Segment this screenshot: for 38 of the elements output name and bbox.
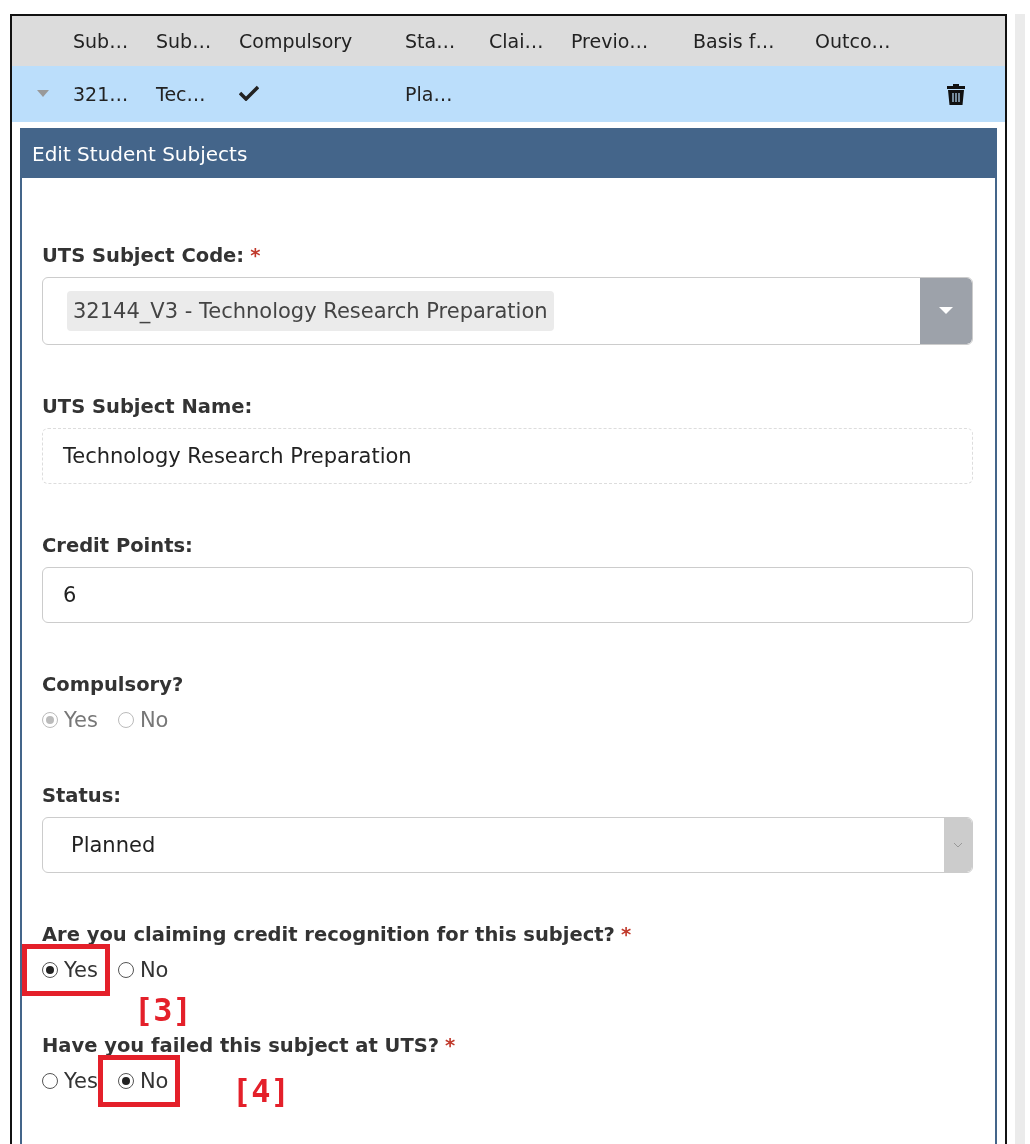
field-label: Credit Points:: [42, 534, 193, 557]
caret-icon: [939, 307, 953, 315]
radio-option[interactable]: No: [117, 958, 169, 982]
required-mark: *: [620, 923, 632, 946]
trash-icon[interactable]: [947, 83, 965, 105]
radio-option[interactable]: Yes: [42, 1069, 98, 1093]
required-mark: *: [445, 1034, 456, 1057]
dropdown-button[interactable]: [920, 278, 972, 344]
table-row[interactable]: 321… Tec… Pla…: [12, 66, 1005, 122]
column-header[interactable]: Previo…: [571, 30, 693, 52]
radio-option[interactable]: No: [117, 1069, 169, 1093]
field-label: Status:: [42, 784, 122, 807]
panel-title: Edit Student Subjects: [22, 130, 995, 178]
dropdown-button[interactable]: [944, 818, 972, 872]
field-label: UTS Subject Name:: [42, 395, 253, 418]
readonly-field: Technology Research Preparation: [42, 428, 973, 484]
column-header[interactable]: Sta…: [405, 30, 489, 52]
column-header[interactable]: Compulsory: [239, 30, 405, 52]
column-header[interactable]: Basis f…: [693, 30, 815, 52]
chevron-down-icon: [953, 842, 963, 848]
field-label: Compulsory?: [42, 673, 184, 696]
column-header[interactable]: Sub…: [73, 30, 156, 52]
caret-icon[interactable]: [36, 90, 49, 98]
field-label: Have you failed this subject at UTS?: [42, 1034, 440, 1057]
column-header[interactable]: Sub…: [156, 30, 239, 52]
field-label: Are you claiming credit recognition for this subject?: [42, 923, 615, 946]
selected-value-chip: 32144_V3 - Technology Research Preparation: [67, 291, 554, 331]
table-cell: Pla…: [405, 83, 453, 105]
subject-code-combobox[interactable]: 32144_V3 - Technology Research Preparation: [42, 277, 973, 345]
table-cell: 321…: [73, 83, 129, 105]
required-mark: *: [250, 244, 261, 267]
table-cell: Tec…: [156, 83, 206, 105]
input-field[interactable]: 6: [42, 567, 973, 623]
status-select[interactable]: Planned: [42, 817, 973, 873]
column-header[interactable]: Clai…: [489, 30, 571, 52]
field-label: UTS Subject Code:: [42, 244, 245, 267]
column-header[interactable]: Outco…: [815, 30, 915, 52]
radio-option[interactable]: Yes: [42, 958, 98, 982]
